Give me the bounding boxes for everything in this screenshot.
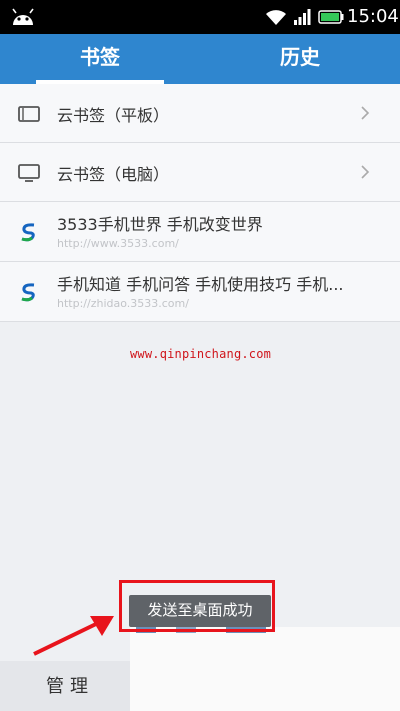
list-item[interactable]: 3533手机世界 手机改变世界 http://www.3533.com/ <box>0 202 400 262</box>
bookmark-title: 3533手机世界 手机改变世界 <box>57 215 263 234</box>
manage-button[interactable]: 管理 <box>46 672 94 698</box>
android-icon <box>12 8 34 25</box>
bookmark-title: 云书签（电脑） <box>57 165 170 184</box>
chevron-right-icon <box>361 165 370 179</box>
signal-icon <box>294 9 311 25</box>
battery-icon <box>318 10 344 24</box>
watermark-text: www.qinpinchang.com <box>130 347 272 361</box>
bookmark-title: 手机知道 手机问答 手机使用技巧 手机... <box>57 275 344 294</box>
site-logo-icon <box>21 223 35 242</box>
status-bar: 15:04 <box>0 0 400 34</box>
bottom-panel <box>130 627 400 711</box>
status-time: 15:04 <box>347 6 399 27</box>
list-item[interactable]: 云书签（电脑） <box>0 143 400 202</box>
highlight-box <box>119 580 275 632</box>
tab-bar: 书签 历史 <box>0 34 400 84</box>
red-arrow-icon <box>33 616 114 656</box>
tablet-icon <box>18 106 40 122</box>
wifi-icon <box>266 10 286 25</box>
list-item[interactable]: 手机知道 手机问答 手机使用技巧 手机... http://zhidao.353… <box>0 262 400 322</box>
tab-bookmarks[interactable]: 书签 <box>0 34 200 84</box>
bookmark-title: 云书签（平板） <box>57 106 170 125</box>
bookmark-url: http://www.3533.com/ <box>57 237 179 250</box>
site-logo-icon <box>21 283 35 302</box>
bookmark-list: 云书签（平板） 云书签（电脑） 3533手机世界 手机改变世界 http://w… <box>0 84 400 322</box>
chevron-right-icon <box>361 106 370 120</box>
monitor-icon <box>18 164 40 182</box>
tab-history[interactable]: 历史 <box>200 34 400 84</box>
bookmark-url: http://zhidao.3533.com/ <box>57 297 189 310</box>
list-item[interactable]: 云书签（平板） <box>0 84 400 143</box>
